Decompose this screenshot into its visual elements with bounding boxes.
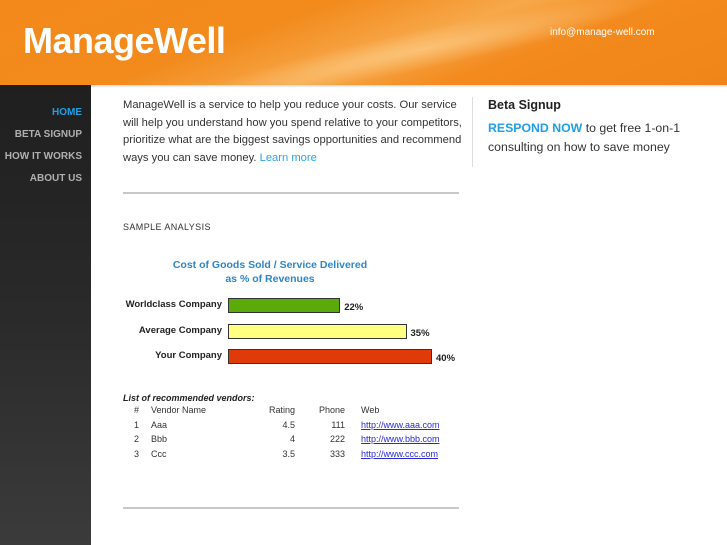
sidebar-item-about-us[interactable]: ABOUT US <box>30 173 82 184</box>
vendor-phone: 333 <box>329 448 345 459</box>
bar <box>228 349 432 364</box>
vendor-list: List of recommended vendors: # Vendor Na… <box>123 393 463 463</box>
contact-email[interactable]: info@manage-well.com <box>550 27 655 38</box>
cost-chart: Cost of Goods Sold / Service Delivered a… <box>115 255 475 375</box>
vendor-rating: 4.5 <box>282 419 295 430</box>
sidebar-item-home[interactable]: HOME <box>52 107 82 118</box>
vendor-header-row: # Vendor Name Rating Phone Web <box>123 405 463 420</box>
vendor-rating: 3.5 <box>282 448 295 459</box>
vendor-phone: 111 <box>331 419 345 430</box>
vendor-name: Aaa <box>151 419 168 430</box>
vendor-name: Bbb <box>151 434 168 444</box>
bar-label: Your Company <box>155 350 222 361</box>
vendor-num: 1 <box>134 419 140 430</box>
respond-now-link[interactable]: RESPOND NOW <box>488 121 582 135</box>
vendor-row: 1 Aaa 4.5 111 http://www.aaa.com <box>123 420 463 435</box>
vendor-web-link[interactable]: http://www.ccc.com <box>361 449 438 459</box>
bar-value-label: 40% <box>436 353 456 364</box>
vendor-num: 3 <box>134 448 140 459</box>
chart-title: Cost of Goods Sold / Service Delivered <box>172 259 368 271</box>
bar-value-label: 22% <box>344 302 364 313</box>
column-header-name: Vendor Name <box>151 405 207 415</box>
bar <box>228 324 407 339</box>
column-header-rating: Rating <box>268 405 295 415</box>
sidebar-item-how-it-works[interactable]: HOW IT WORKS <box>5 151 82 162</box>
column-header-phone: Phone <box>318 405 345 415</box>
header-shadow <box>91 85 727 88</box>
learn-more-link[interactable]: Learn more <box>260 152 317 164</box>
beta-signup-title: Beta Signup <box>488 98 561 112</box>
vendor-rating: 4 <box>289 434 295 444</box>
intro-paragraph: ManageWell is a service to help you redu… <box>123 97 463 167</box>
divider-top <box>123 192 459 194</box>
beta-signup-text: RESPOND NOW to get free 1-on-1 consultin… <box>488 119 712 157</box>
bar-value-label: 35% <box>410 328 430 339</box>
bar-label: Average Company <box>138 325 222 336</box>
divider-bottom <box>123 507 459 509</box>
vendor-num: 2 <box>134 434 140 444</box>
chart-subtitle: as % of Revenues <box>225 273 315 285</box>
vendor-row: 3 Ccc 3.5 333 http://www.ccc.com <box>123 449 463 464</box>
section-label: SAMPLE ANALYSIS <box>123 222 211 232</box>
beta-signup-panel: Beta Signup RESPOND NOW to get free 1-on… <box>472 97 712 167</box>
vendor-name: Ccc <box>151 448 167 459</box>
sidebar-nav: HOME BETA SIGNUP HOW IT WORKS ABOUT US <box>0 85 91 545</box>
bar <box>228 298 341 313</box>
vendor-web-link[interactable]: http://www.bbb.com <box>361 434 440 444</box>
vendor-web-link[interactable]: http://www.aaa.com <box>361 420 440 430</box>
column-header-web: Web <box>361 405 380 415</box>
vendor-list-title: List of recommended vendors: <box>123 393 255 403</box>
vendor-row: 2 Bbb 4 222 http://www.bbb.com <box>123 434 463 449</box>
sidebar-item-beta-signup[interactable]: BETA SIGNUP <box>15 129 82 140</box>
bar-label: Worldclass Company <box>125 299 222 310</box>
site-logo[interactable]: ManageWell <box>23 20 226 62</box>
column-header-num: # <box>134 405 140 415</box>
site-header: ManageWell info@manage-well.com <box>0 0 727 85</box>
vendor-phone: 222 <box>329 434 345 444</box>
